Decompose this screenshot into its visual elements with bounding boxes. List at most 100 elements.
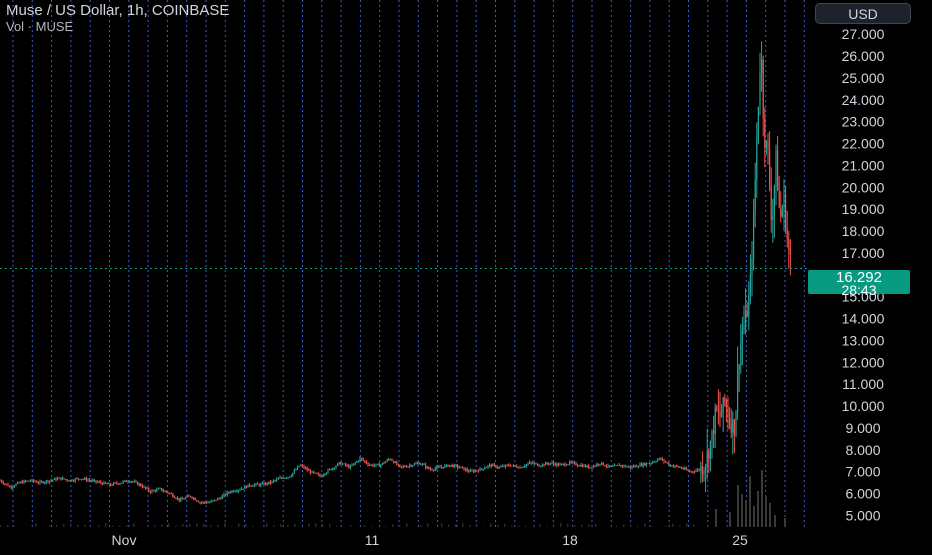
price-axis[interactable]: 5.0006.0007.0008.0009.00010.00011.00012.… (842, 4, 885, 523)
candle-body (97, 482, 98, 483)
volume-bar (761, 470, 763, 527)
time-axis[interactable]: Nov111825 (112, 532, 748, 548)
candle-body (313, 471, 314, 472)
candle-body (316, 473, 317, 474)
candle-body (265, 483, 266, 485)
volume-bar (266, 524, 268, 528)
candle-body (55, 478, 56, 480)
candle-body (559, 464, 560, 465)
candle-body (585, 465, 586, 467)
volume-bar (63, 524, 65, 527)
candle-body (278, 479, 279, 480)
candle-body (739, 365, 740, 369)
volume-bar (455, 524, 457, 527)
candle-body (417, 463, 418, 464)
volume-bar (35, 524, 37, 527)
candle-body (247, 484, 248, 487)
candle-body (379, 464, 380, 467)
candle-body (182, 499, 183, 500)
candle-body (380, 465, 381, 467)
candle-body (43, 482, 44, 484)
candle-body (555, 464, 556, 466)
volume-bar (518, 526, 520, 527)
candle-body (142, 486, 143, 487)
candle-body (6, 484, 7, 485)
candle-body (228, 492, 229, 493)
candle-body (566, 465, 567, 466)
candle-body (702, 466, 703, 474)
candle-body (67, 480, 68, 481)
volume-bar (210, 525, 212, 527)
candle-body (294, 470, 295, 473)
volume-bar (245, 524, 247, 527)
candle-body (369, 465, 370, 466)
candle-body (484, 468, 485, 469)
candle-body (4, 484, 5, 485)
volume-legend[interactable]: Vol · MUSE (6, 19, 229, 35)
candle-body (30, 481, 31, 482)
candle-body (731, 424, 732, 433)
candle-body (567, 464, 568, 465)
candle-body (716, 407, 717, 409)
volume-bar (448, 524, 450, 527)
candle-body (398, 465, 399, 466)
candle-body (203, 502, 204, 503)
candle-body (545, 463, 546, 465)
candle-body (750, 275, 751, 295)
volume-bar (105, 523, 107, 527)
candle-body (769, 150, 770, 186)
candle-body (785, 194, 786, 229)
candle-body (467, 469, 468, 471)
candle-body (219, 498, 220, 499)
candle-body (92, 480, 93, 481)
candle-body (601, 462, 602, 464)
candle-body (340, 462, 341, 464)
candle-body (159, 488, 160, 489)
candle-body (388, 459, 389, 460)
candle-body (767, 141, 768, 149)
y-tick-label: 7.000 (845, 464, 880, 480)
candle-body (20, 482, 21, 483)
volume-bar (581, 524, 583, 527)
candle-body (222, 496, 223, 499)
candle-body (711, 431, 712, 442)
y-tick-label: 27.000 (842, 26, 885, 42)
candle-body (628, 467, 629, 468)
candle-body (190, 496, 191, 497)
candle-body (428, 467, 429, 469)
candle-body (158, 489, 159, 490)
candle-body (238, 490, 239, 491)
volume-bar (693, 524, 695, 527)
candle-body (452, 465, 453, 467)
candle-body (347, 465, 348, 466)
symbol-title[interactable]: Muse / US Dollar, 1h, COINBASE (6, 3, 229, 19)
x-tick-label: 18 (562, 532, 578, 548)
candle-body (199, 502, 200, 503)
candle-body (169, 493, 170, 494)
volume-bar (560, 523, 562, 527)
candle-body (732, 419, 733, 432)
candle-body (411, 465, 412, 466)
volume-bar (574, 525, 576, 527)
candle-body (647, 463, 648, 464)
candle-body (87, 480, 88, 481)
currency-button[interactable]: USD (815, 3, 911, 24)
chart-area[interactable]: 5.0006.0007.0008.0009.00010.00011.00012.… (0, 0, 932, 550)
candle-body (476, 470, 477, 471)
y-tick-label: 20.000 (842, 179, 885, 195)
y-tick-label: 12.000 (842, 354, 885, 370)
candle-body (615, 465, 616, 466)
candle-body (235, 491, 236, 492)
candle-body (614, 465, 615, 466)
candle-body (401, 466, 402, 467)
candle-body (70, 480, 71, 481)
y-tick-label: 10.000 (842, 398, 885, 414)
candle-body (73, 481, 74, 482)
candle-body (23, 481, 24, 484)
candle-body (697, 470, 698, 471)
price-chart[interactable]: 5.0006.0007.0008.0009.00010.00011.00012.… (0, 0, 932, 550)
candle-body (409, 465, 410, 466)
candle-body (503, 466, 504, 467)
volume-bar (765, 497, 767, 527)
x-tick-label: Nov (112, 532, 137, 548)
